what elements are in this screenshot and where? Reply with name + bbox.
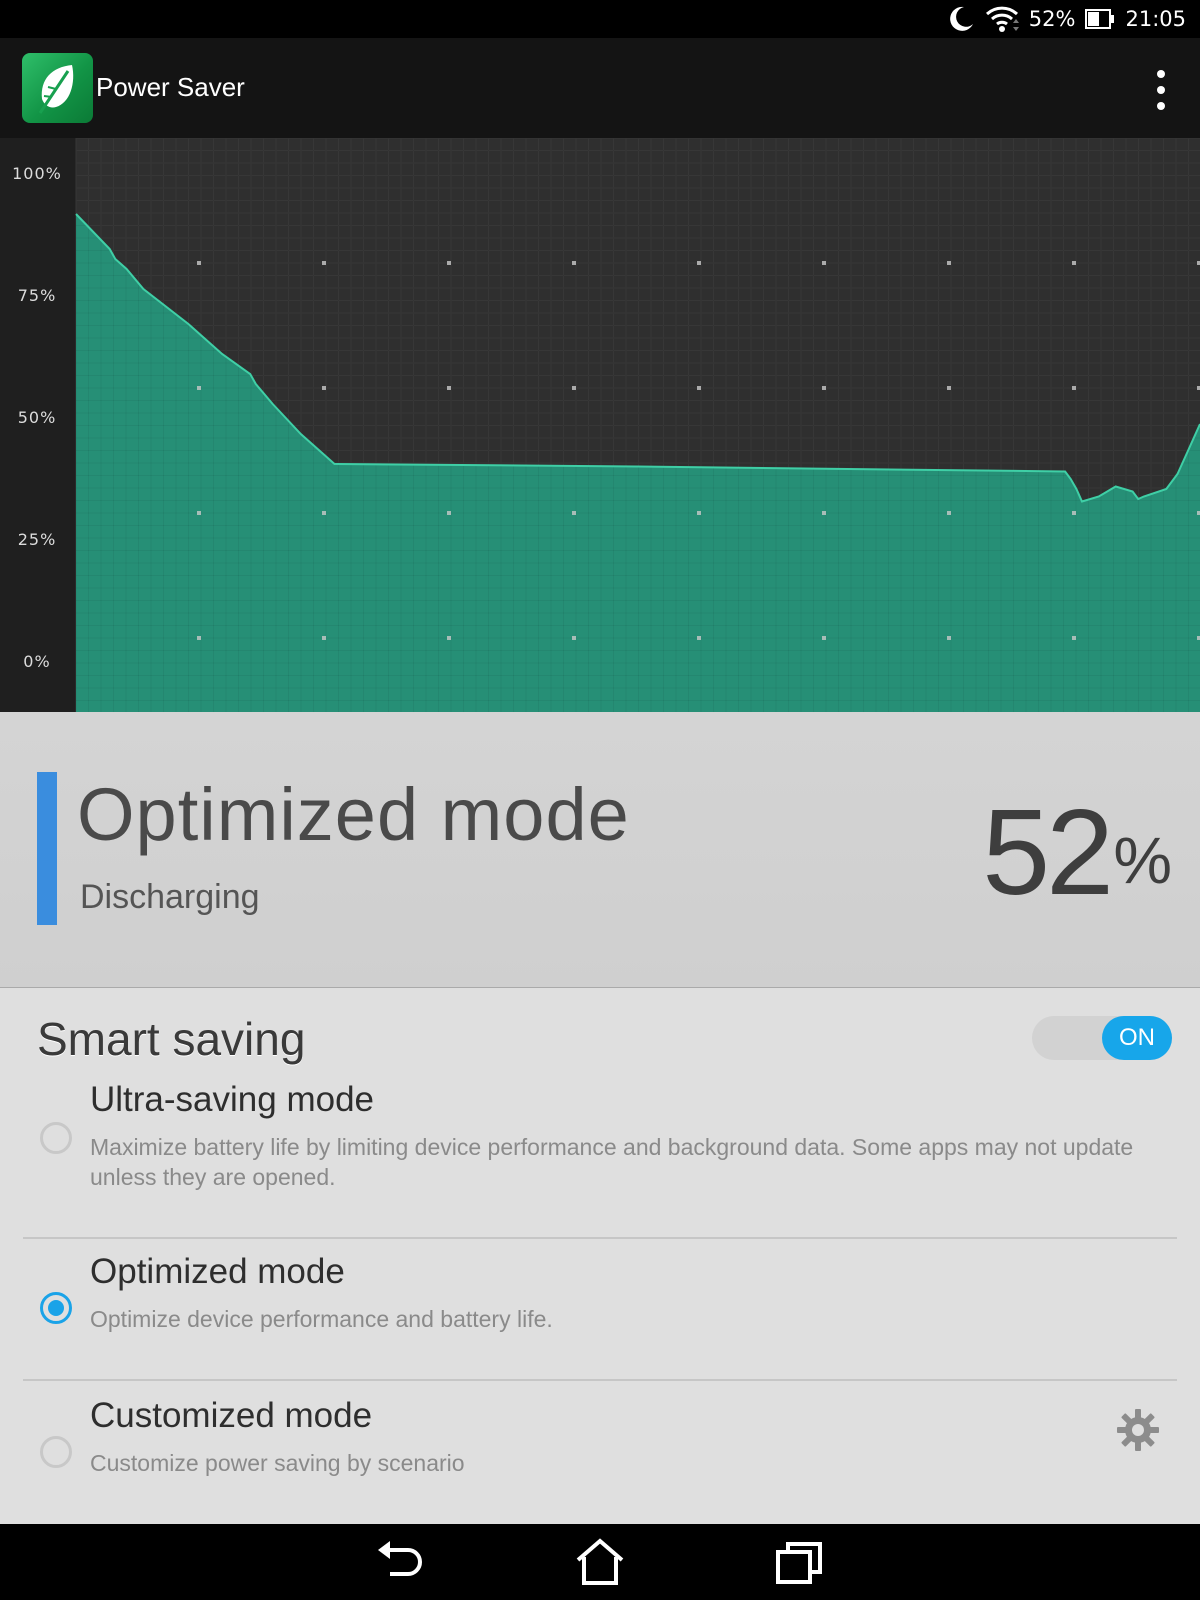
option-optimized[interactable]: Optimized mode Optimize device performan… — [0, 1250, 1200, 1360]
grid-dot — [322, 511, 326, 515]
back-icon[interactable] — [374, 1538, 426, 1586]
status-time: 21:05 — [1125, 7, 1186, 31]
smart-saving-toggle[interactable]: ON — [1032, 1016, 1172, 1060]
app-title: Power Saver — [96, 72, 245, 102]
smart-saving-section: Smart saving ON Ultra-saving mode Maximi… — [0, 988, 1200, 1524]
grid-dot — [822, 636, 826, 640]
grid-dot — [572, 386, 576, 390]
grid-dot — [822, 261, 826, 265]
option-title: Ultra-saving mode — [90, 1080, 374, 1119]
grid-dot — [1072, 636, 1076, 640]
y-tick-label: 100% — [12, 164, 62, 183]
option-description: Customize power saving by scenario — [90, 1450, 465, 1476]
grid-dot — [447, 511, 451, 515]
current-mode-panel: Optimized mode Discharging 52 % — [0, 712, 1200, 988]
option-title: Customized mode — [90, 1396, 373, 1435]
recents-icon[interactable] — [774, 1538, 826, 1586]
y-tick-label: 25% — [17, 530, 57, 549]
navigation-bar — [0, 1524, 1200, 1600]
grid-dot — [322, 386, 326, 390]
battery-history-chart: 100% 75% 50% 25% 0% — [0, 138, 1200, 712]
grid-dot — [1072, 386, 1076, 390]
section-title: Smart saving — [37, 1013, 306, 1065]
status-bar: 52% 21:05 — [0, 0, 1200, 38]
grid-dot — [1072, 511, 1076, 515]
grid-dot — [697, 386, 701, 390]
option-ultra-saving[interactable]: Ultra-saving mode Maximize battery life … — [0, 1078, 1200, 1208]
leaf-icon[interactable] — [22, 53, 93, 123]
option-title: Optimized mode — [90, 1252, 345, 1291]
toggle-label: ON — [1102, 1016, 1172, 1060]
divider — [23, 1379, 1177, 1381]
grid-dot — [572, 261, 576, 265]
grid-dot — [197, 261, 201, 265]
grid-dot — [947, 386, 951, 390]
charge-state: Discharging — [80, 878, 260, 916]
grid-dot — [697, 511, 701, 515]
battery-level-value: 52 — [982, 784, 1114, 920]
battery-level-unit: % — [1113, 823, 1172, 897]
mode-accent-bar — [37, 772, 57, 925]
grid-dot — [447, 261, 451, 265]
moon-icon — [949, 6, 973, 31]
grid-dot — [947, 261, 951, 265]
grid-dot — [947, 511, 951, 515]
option-description: Maximize battery life by limiting device… — [90, 1134, 1134, 1190]
divider — [23, 1237, 1177, 1239]
wifi-icon — [985, 6, 1019, 32]
grid-dot — [822, 511, 826, 515]
y-tick-label: 50% — [17, 408, 57, 427]
grid-dot — [322, 261, 326, 265]
y-tick-label: 75% — [17, 286, 57, 305]
app-bar: Power Saver — [0, 38, 1200, 138]
grid-dot — [447, 636, 451, 640]
battery-chart-svg — [75, 138, 1200, 712]
current-mode-name: Optimized mode — [77, 773, 630, 856]
grid-dot — [1072, 261, 1076, 265]
option-description: Optimize device performance and battery … — [90, 1306, 553, 1332]
gear-icon[interactable] — [1116, 1408, 1160, 1452]
overflow-menu-icon[interactable] — [1144, 70, 1178, 110]
grid-dot — [197, 636, 201, 640]
grid-dot — [947, 636, 951, 640]
status-battery-percent: 52% — [1028, 7, 1076, 31]
grid-dot — [197, 511, 201, 515]
grid-dot — [447, 386, 451, 390]
grid-dot — [197, 386, 201, 390]
grid-dot — [697, 636, 701, 640]
grid-dot — [697, 261, 701, 265]
grid-dot — [322, 636, 326, 640]
grid-dot — [572, 636, 576, 640]
grid-dot — [822, 386, 826, 390]
y-tick-label: 0% — [23, 652, 51, 671]
battery-icon — [1085, 9, 1115, 29]
grid-dot — [572, 511, 576, 515]
radio-customized[interactable] — [40, 1436, 72, 1468]
radio-ultra-saving[interactable] — [40, 1122, 72, 1154]
option-customized[interactable]: Customized mode Customize power saving b… — [0, 1394, 1200, 1504]
radio-optimized[interactable] — [40, 1292, 72, 1324]
home-icon[interactable] — [574, 1538, 626, 1586]
